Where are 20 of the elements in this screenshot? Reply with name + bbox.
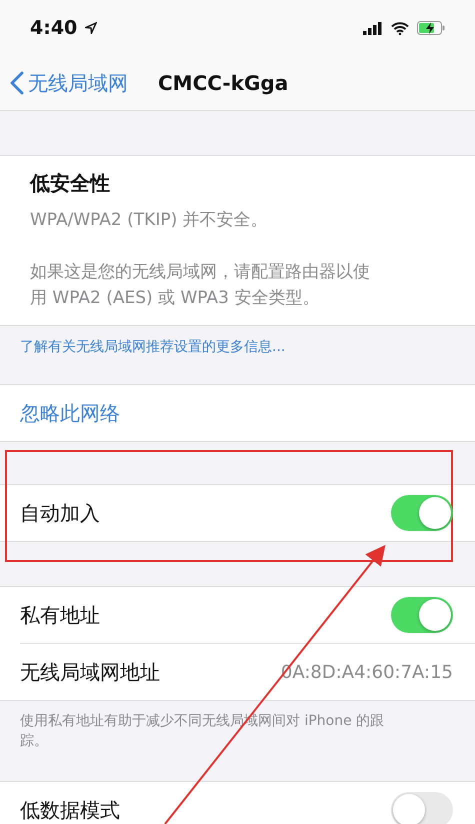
info-link[interactable]: 了解有关无线局域网推荐设置的更多信息... (0, 326, 475, 356)
wifi-icon (391, 22, 409, 34)
location-icon (85, 22, 98, 34)
warning-text: 如果这是您的无线局域网，请配置路由器以使用 WPA2 (AES) 或 WPA3 安全类型。 (30, 261, 370, 310)
signal-icon (363, 22, 383, 34)
row-label: 低数据模式 (20, 796, 120, 824)
row-label: 自动加入 (20, 500, 100, 526)
battery-charging-icon (417, 21, 445, 35)
toggle-switch[interactable] (391, 792, 453, 824)
row-label: 无线局域网地址 (20, 658, 160, 686)
chevron-left-icon (10, 71, 24, 95)
warning-title: 低安全性 (30, 170, 111, 197)
toggle-switch[interactable] (391, 495, 453, 531)
back-button[interactable]: 无线局域网 (10, 70, 128, 96)
toggle-switch[interactable] (391, 597, 453, 633)
forget-network-button[interactable]: 忽略此网络 (0, 384, 475, 442)
row-label: 私有地址 (20, 602, 100, 628)
status-time: 4:40 (30, 17, 78, 39)
warning-text: WPA/WPA2 (TKIP) 并不安全。 (30, 209, 269, 232)
nav-title: CMCC-kGga (158, 71, 288, 95)
